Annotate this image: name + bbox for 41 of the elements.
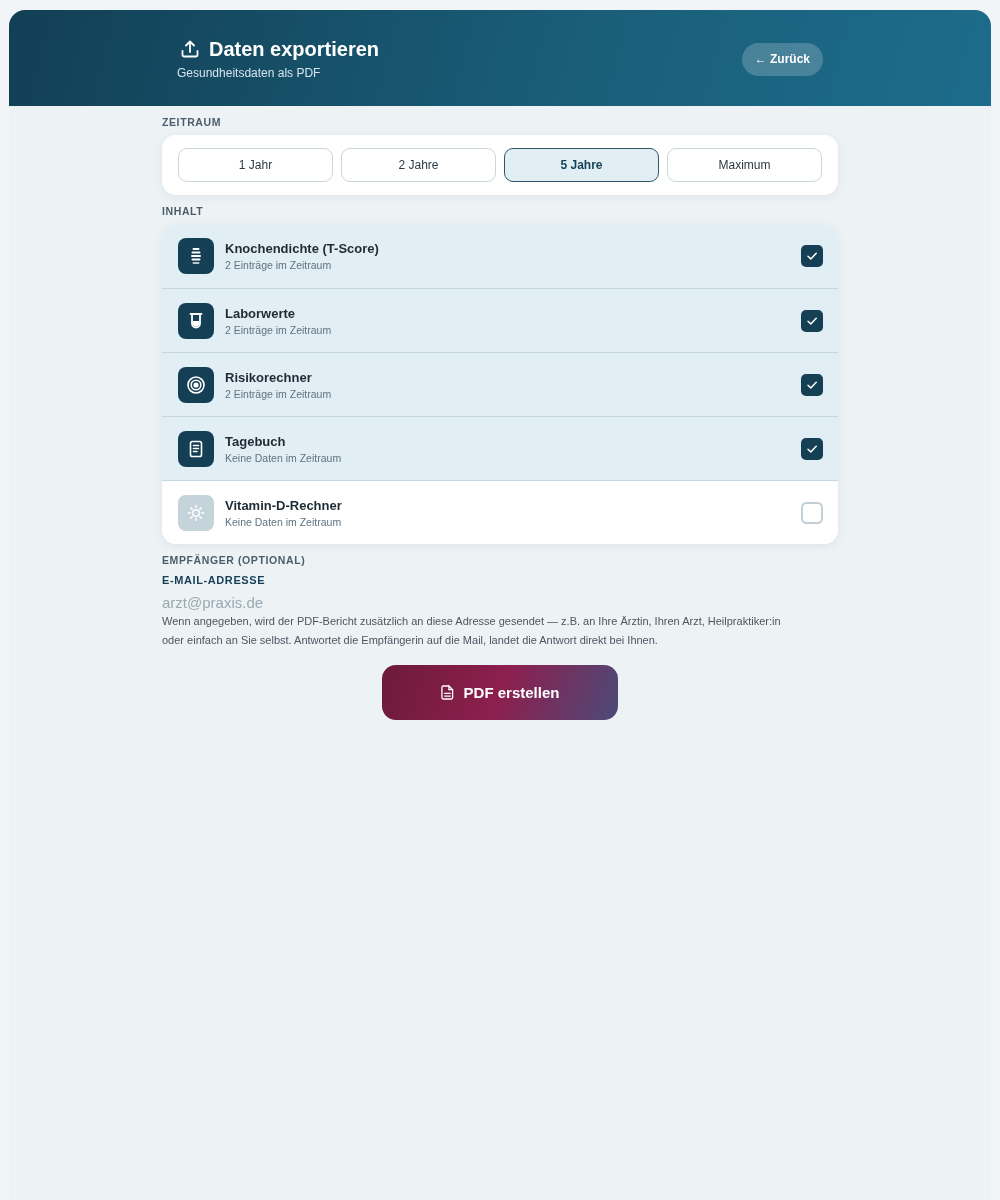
content-row[interactable]: Tagebuch Keine Daten im Zeitraum — [162, 416, 838, 480]
document-icon — [178, 431, 214, 467]
section-label: INHALT — [162, 205, 205, 217]
period-option[interactable]: 1 Jahr — [178, 148, 333, 182]
email-input[interactable]: arzt@praxis.de — [162, 593, 838, 612]
item-detail: Keine Daten im Zeitraum — [225, 514, 343, 529]
period-option[interactable]: 2 Jahre — [341, 148, 496, 182]
help-text: Wenn angegeben, wird der PDF-Bericht zusätzlich an diese Adresse gesendet — z.B. an Ihre Ärztin, Ihren Arzt, Heilpraktiker:in oder einfach an Sie selbst. Antwortet die Empfängerin auf die Mail, landet die Antwort direkt bei Ihnen. — [162, 614, 782, 648]
content-row[interactable]: Risikorechner 2 Einträge im Zeitraum — [162, 352, 838, 416]
item-title: Vitamin-D-Rechner — [225, 497, 343, 514]
checkbox[interactable] — [801, 245, 823, 267]
back-button[interactable]: ← Zurück — [741, 42, 823, 76]
item-detail: 2 Einträge im Zeitraum — [225, 257, 333, 272]
create-pdf-button[interactable]: PDF erstellen — [382, 665, 618, 720]
target-icon — [178, 367, 214, 403]
upload-icon — [180, 38, 200, 59]
item-detail: 2 Einträge im Zeitraum — [225, 386, 333, 401]
item-title: Laborwerte — [225, 305, 297, 322]
checkbox[interactable] — [801, 502, 823, 524]
period-option[interactable]: 5 Jahre — [504, 148, 659, 182]
checkbox[interactable] — [801, 310, 823, 332]
sun-icon — [178, 495, 214, 531]
checkbox[interactable] — [801, 374, 823, 396]
item-title: Knochendichte (T-Score) — [225, 240, 380, 257]
document-icon — [440, 685, 454, 700]
page-subtitle: Gesundheitsdaten als PDF — [177, 65, 322, 80]
section-label: EMPFÄNGER (OPTIONAL) — [162, 554, 307, 566]
item-title: Tagebuch — [225, 433, 287, 450]
content-row[interactable]: Laborwerte 2 Einträge im Zeitraum — [162, 288, 838, 352]
item-detail: Keine Daten im Zeitraum — [225, 450, 343, 465]
section-label: ZEITRAUM — [162, 116, 223, 128]
spine-icon — [178, 238, 214, 274]
content-row[interactable]: Knochendichte (T-Score) 2 Einträge im Zeitraum — [162, 224, 838, 288]
test-tube-icon — [178, 303, 214, 339]
page-title: Daten exportieren — [209, 36, 380, 61]
content-row[interactable]: Vitamin-D-Rechner Keine Daten im Zeitraum — [162, 480, 838, 544]
checkbox[interactable] — [801, 438, 823, 460]
period-option[interactable]: Maximum — [667, 148, 822, 182]
field-label: E-MAIL-ADRESSE — [162, 574, 267, 586]
item-detail: 2 Einträge im Zeitraum — [225, 322, 333, 337]
item-title: Risikorechner — [225, 369, 313, 386]
